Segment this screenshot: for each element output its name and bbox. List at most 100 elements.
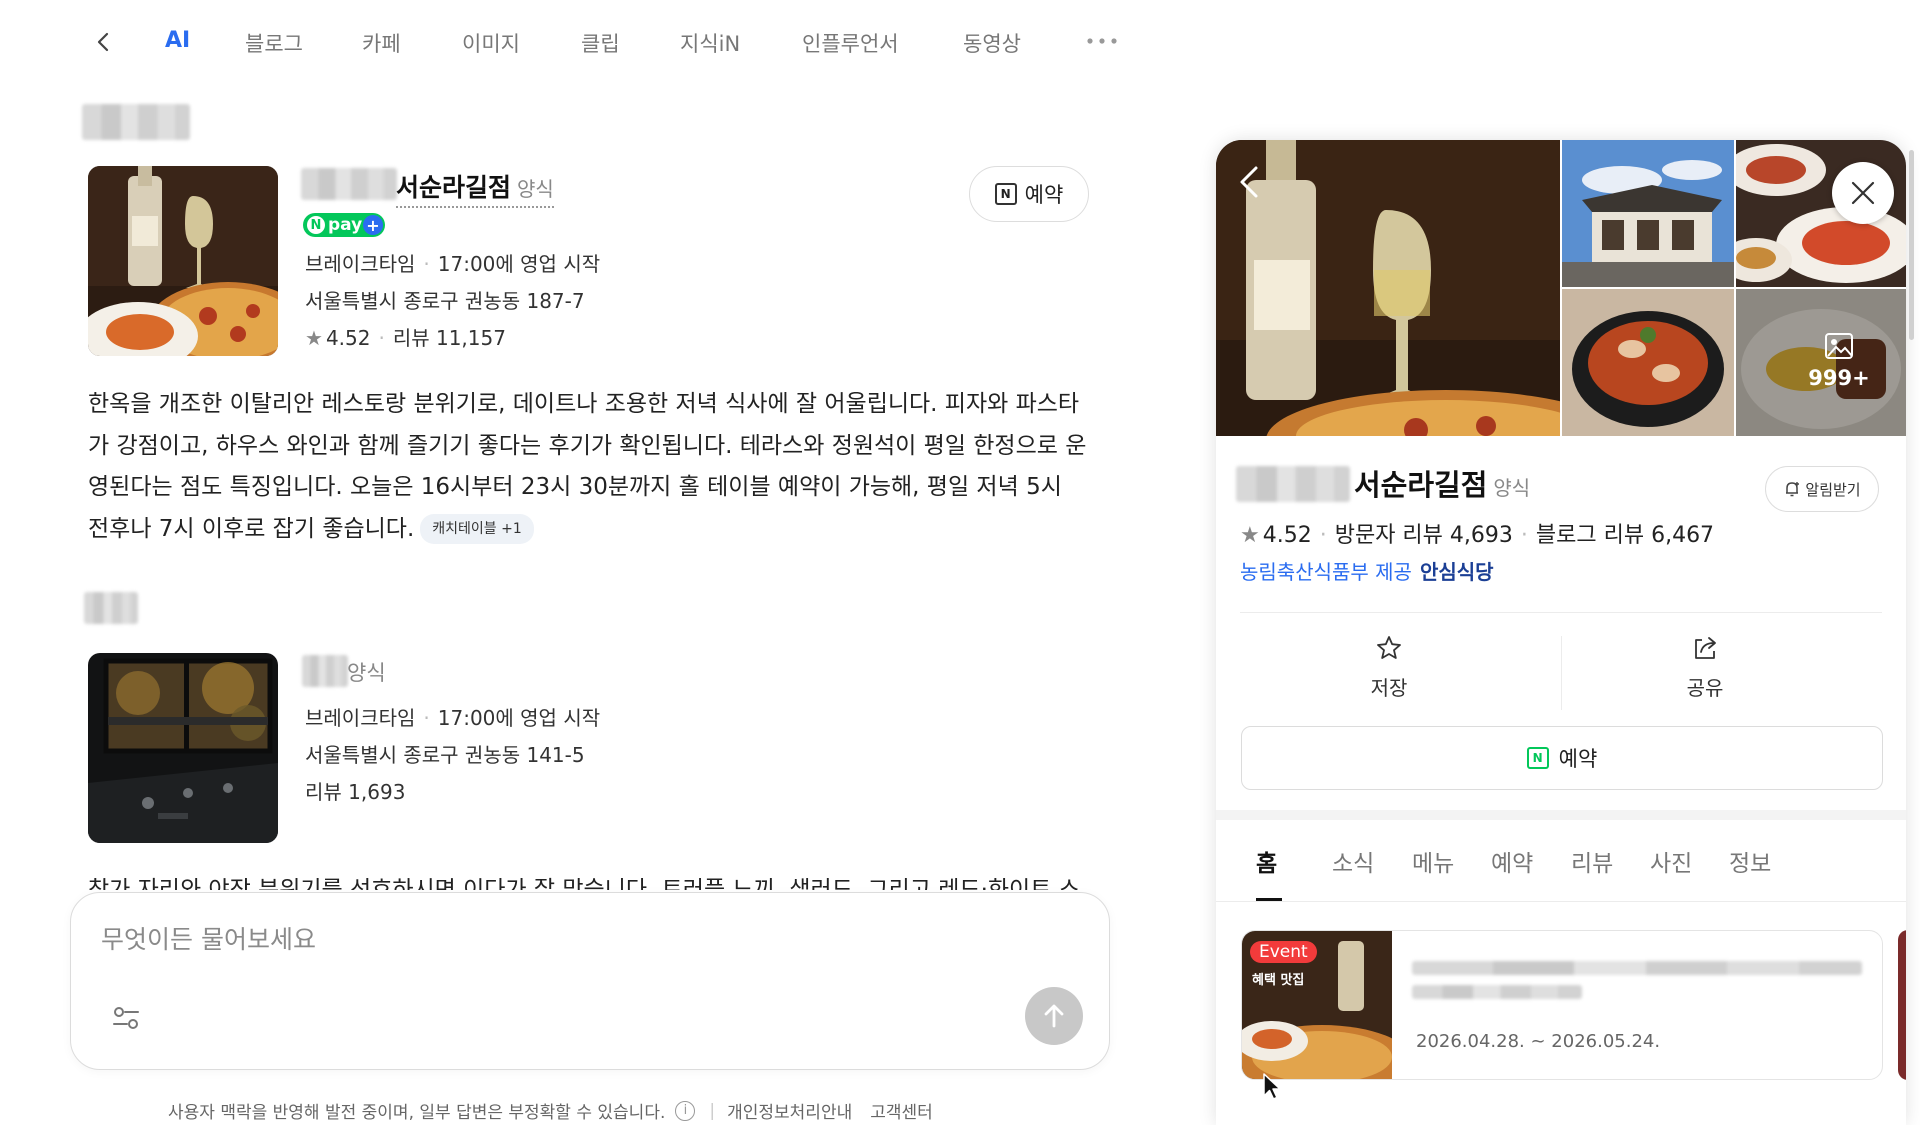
panel-tabs: 홈 소식 메뉴 예약 리뷰 사진 정보 [1216,820,1906,902]
tab-home[interactable]: 홈 [1256,844,1277,878]
tab-blog[interactable]: 블로그 [245,28,303,58]
blog-reviews[interactable]: 블로그 리뷰 6,467 [1536,523,1714,548]
divider [1240,612,1882,613]
plus-icon: + [363,215,383,235]
event-image: Event 혜택 맛집 [1242,931,1412,1079]
breaktime-label: 브레이크타임 [305,706,416,730]
gallery-photo-seafood[interactable] [1562,289,1734,436]
naver-reserve-icon: N [1526,747,1549,769]
panel-close-button[interactable] [1832,162,1894,224]
tab-influencer[interactable]: 인플루언서 [802,28,899,58]
panel-reserve-button[interactable]: N 예약 [1241,726,1883,790]
tab-video[interactable]: 동영상 [963,28,1021,58]
photo-count-overlay[interactable]: 999+ [1784,332,1894,390]
tab-review[interactable]: 리뷰 [1571,844,1613,878]
info-icon[interactable]: i [675,1100,696,1121]
tab-cafe[interactable]: 카페 [362,28,401,58]
bell-plus-icon [1786,482,1800,497]
cert-name: 안심식당 [1419,560,1494,584]
next-card-peek[interactable] [1898,930,1906,1080]
event-card[interactable]: Event 혜택 맛집 2026.04.28. ~ 2026.05.24. [1241,930,1883,1080]
ask-box [70,892,1110,1070]
more-dots-icon[interactable] [1085,28,1119,54]
result-1-category: 양식 [517,177,554,201]
source-chip[interactable]: 캐치테이블 +1 [420,514,534,544]
hanok-photo [1562,140,1734,287]
npay-plus-badge: Npay + [303,213,385,237]
naver-n-icon: N [307,216,325,234]
wine-pizza-photo [88,166,278,356]
result-1-hours: 브레이크타임 · 17:00에 영업 시작 [305,252,601,276]
result-2-hours: 브레이크타임 · 17:00에 영업 시작 [305,706,601,730]
blurred-name-prefix [1236,466,1350,502]
section-gap [1216,810,1906,820]
result-2-address: 서울특별시 종로구 권농동 141-5 [305,743,585,767]
result-2-reviews[interactable]: 리뷰 1,693 [305,776,405,805]
privacy-link[interactable]: 개인정보처리안내 [727,1098,852,1123]
blurred-section-label [82,104,190,140]
blurred-event-title [1412,961,1862,975]
active-tab-indicator [1256,898,1282,901]
tab-ai[interactable]: AI [165,28,190,53]
blurred-event-title [1412,985,1582,999]
result-1-reserve-button[interactable]: N 예약 [969,166,1089,222]
seafood-pot-photo [1562,289,1734,436]
open-info: 17:00에 영업 시작 [437,706,601,730]
result-1-name: 서순라길점 [396,173,512,202]
ai-summary-text: 한옥을 개조한 이탈리안 레스토랑 분위기로, 데이트나 조용한 저녁 식사에 … [88,391,1087,542]
event-badge: Event [1250,941,1317,963]
tab-kin[interactable]: 지식iN [680,28,740,58]
tab-photo[interactable]: 사진 [1650,844,1692,878]
share-icon [1695,637,1716,659]
blurred-section-label [84,592,138,624]
tab-info[interactable]: 정보 [1729,844,1771,878]
result-2-title[interactable]: 양식 [347,657,386,687]
save-button[interactable]: 저장 [1314,634,1464,701]
ask-input[interactable] [101,919,1001,959]
back-arrow-icon[interactable] [92,30,116,54]
place-detail-panel: 999+ 서순라길점 양식 알림받기 ★ 4.52 · 방문자 리뷰 4,693 · 블로그… [1216,140,1906,1125]
event-subtitle: 혜택 맛집 [1252,973,1305,988]
window-table-photo [88,653,278,843]
cert-source: 농림축산식품부 제공 [1240,560,1412,584]
filter-options-icon[interactable] [111,1003,141,1033]
panel-scrollbar[interactable] [1909,150,1914,340]
mouse-cursor-icon [1263,1073,1281,1100]
tab-image[interactable]: 이미지 [462,28,520,58]
gallery-photo-main[interactable] [1216,140,1560,436]
visitor-reviews[interactable]: 방문자 리뷰 4,693 [1335,523,1513,548]
panel-category: 양식 [1493,476,1531,500]
result-1-reviews[interactable]: 리뷰 11,157 [393,326,506,350]
alarm-button[interactable]: 알림받기 [1765,466,1879,512]
result-2-category: 양식 [347,661,386,685]
tab-news[interactable]: 소식 [1332,844,1374,878]
photo-count: 999+ [1808,366,1870,390]
result-1-rating-row: ★ 4.52 · 리뷰 11,157 [305,326,506,350]
result-1-title[interactable]: 서순라길점 양식 [396,168,554,208]
image-icon [1825,333,1853,359]
support-link[interactable]: 고객센터 [870,1098,933,1123]
search-tab-bar: AI 블로그 카페 이미지 클립 지식iN 인플루언서 동영상 [0,18,1150,68]
blurred-name [302,655,348,687]
tab-reserve[interactable]: 예약 [1491,844,1533,878]
naver-reserve-icon: N [994,183,1017,205]
safe-restaurant-cert[interactable]: 농림축산식품부 제공 안심식당 [1240,556,1494,585]
star-outline-icon [1377,636,1401,659]
tab-menu[interactable]: 메뉴 [1412,844,1454,878]
result-2-thumbnail[interactable] [88,653,278,843]
share-button[interactable]: 공유 [1630,634,1780,701]
result-1-thumbnail[interactable] [88,166,278,356]
event-period: 2026.04.28. ~ 2026.05.24. [1416,1031,1661,1052]
reserve-label: 예약 [1558,747,1598,771]
panel-rating: 4.52 [1262,523,1312,548]
reserve-label: 예약 [1024,183,1064,207]
tab-clip[interactable]: 클립 [581,28,620,58]
send-button[interactable] [1025,987,1083,1045]
gallery-photo-hanok[interactable] [1562,140,1734,287]
alarm-label: 알림받기 [1805,480,1861,499]
save-label: 저장 [1370,676,1408,700]
wine-bottle-photo [1216,140,1560,436]
footer: 사용자 맥락을 반영해 발전 중이며, 일부 답변은 부정확할 수 있습니다. … [168,1098,951,1123]
photo-gallery[interactable] [1216,140,1906,436]
panel-back-icon[interactable] [1236,162,1262,202]
